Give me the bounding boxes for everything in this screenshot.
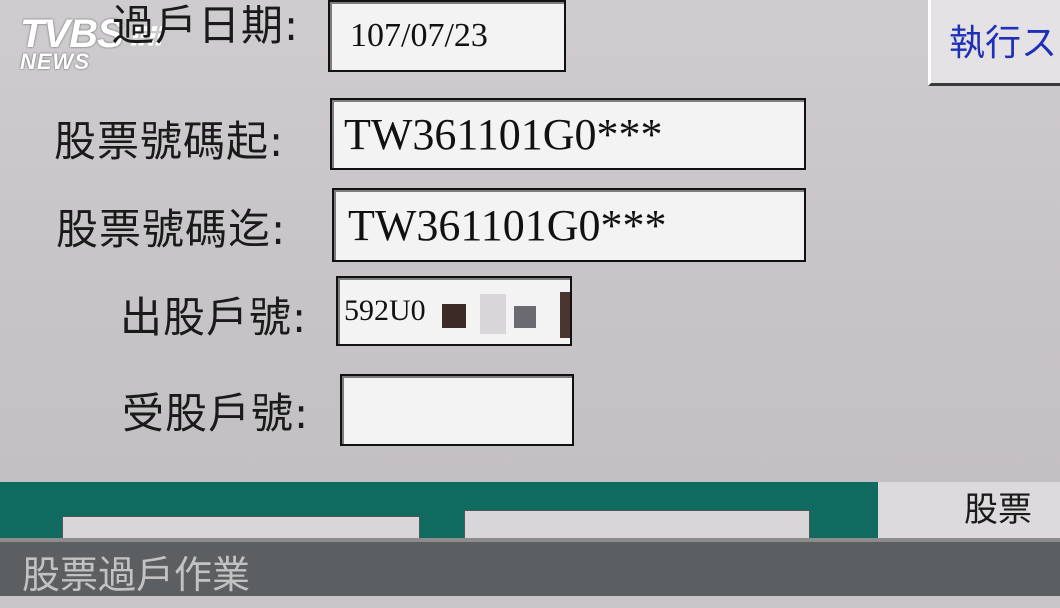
buyer-account-field[interactable] (340, 374, 574, 446)
tab-stock-label: 股票 (964, 490, 1032, 530)
mosaic-block (442, 304, 466, 328)
stock-no-from-label: 股票號碼起: (54, 117, 285, 166)
transfer-date-label: 過戶日期: (112, 1, 300, 50)
seller-account-value: 592U0 (344, 294, 426, 327)
seller-account-field[interactable]: 592U0 (336, 276, 572, 346)
stock-no-from-field[interactable]: TW361101G0*** (330, 98, 806, 170)
form-area: TVBS ⠿⠿ NEWS 過戶日期: 107/07/23 執行ス 股票號碼起: … (0, 0, 1060, 482)
stock-no-to-field[interactable]: TW361101G0*** (332, 188, 806, 262)
stock-no-to-label: 股票號碼迄: (56, 205, 287, 254)
status-bar: 股票過戶作業 (0, 538, 1060, 597)
seller-account-label: 出股戶號: (120, 293, 308, 342)
bottom-panel (0, 482, 880, 548)
mosaic-block (560, 292, 570, 338)
mosaic-block (480, 294, 506, 334)
tab-stock[interactable]: 股票 (878, 482, 1060, 542)
mosaic-block (514, 306, 536, 328)
buyer-account-label: 受股戶號: (122, 389, 310, 438)
transfer-date-field[interactable]: 107/07/23 (328, 0, 566, 72)
execute-button[interactable]: 執行ス (928, 0, 1060, 86)
